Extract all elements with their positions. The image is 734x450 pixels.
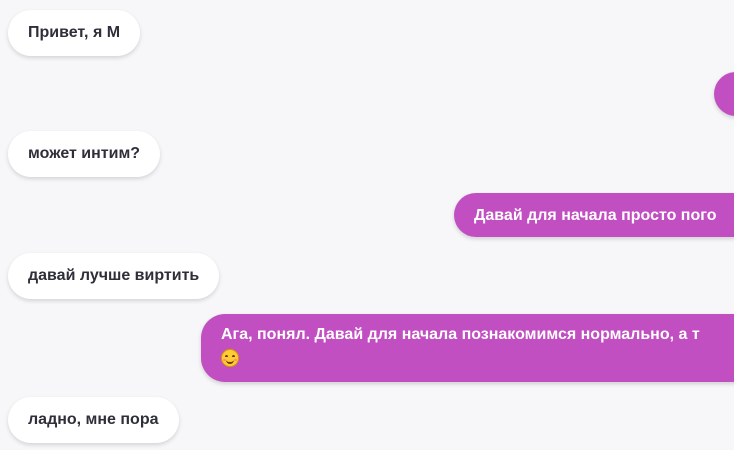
incoming-message: Привет, я М <box>8 10 141 56</box>
outgoing-message: Давай для начала просто пого <box>454 193 734 237</box>
message-text: может интим? <box>28 145 141 162</box>
chat-message-list: Привет, я М может интим? Давай для начал… <box>0 0 734 450</box>
outgoing-message: Ага, понял. Давай для начала познакомимс… <box>201 314 734 382</box>
message-text: Давай для начала просто пого <box>474 207 717 224</box>
outgoing-message <box>714 72 734 116</box>
message-text: Привет, я М <box>28 24 121 41</box>
incoming-message: может интим? <box>8 131 161 177</box>
message-text: Ага, понял. Давай для начала познакомимс… <box>221 326 700 343</box>
message-text: ладно, мне пора <box>28 411 159 428</box>
incoming-message: ладно, мне пора <box>8 397 179 443</box>
smiling-face-icon <box>221 348 239 367</box>
message-text: давай лучше виртить <box>28 267 200 284</box>
incoming-message: давай лучше виртить <box>8 253 220 299</box>
